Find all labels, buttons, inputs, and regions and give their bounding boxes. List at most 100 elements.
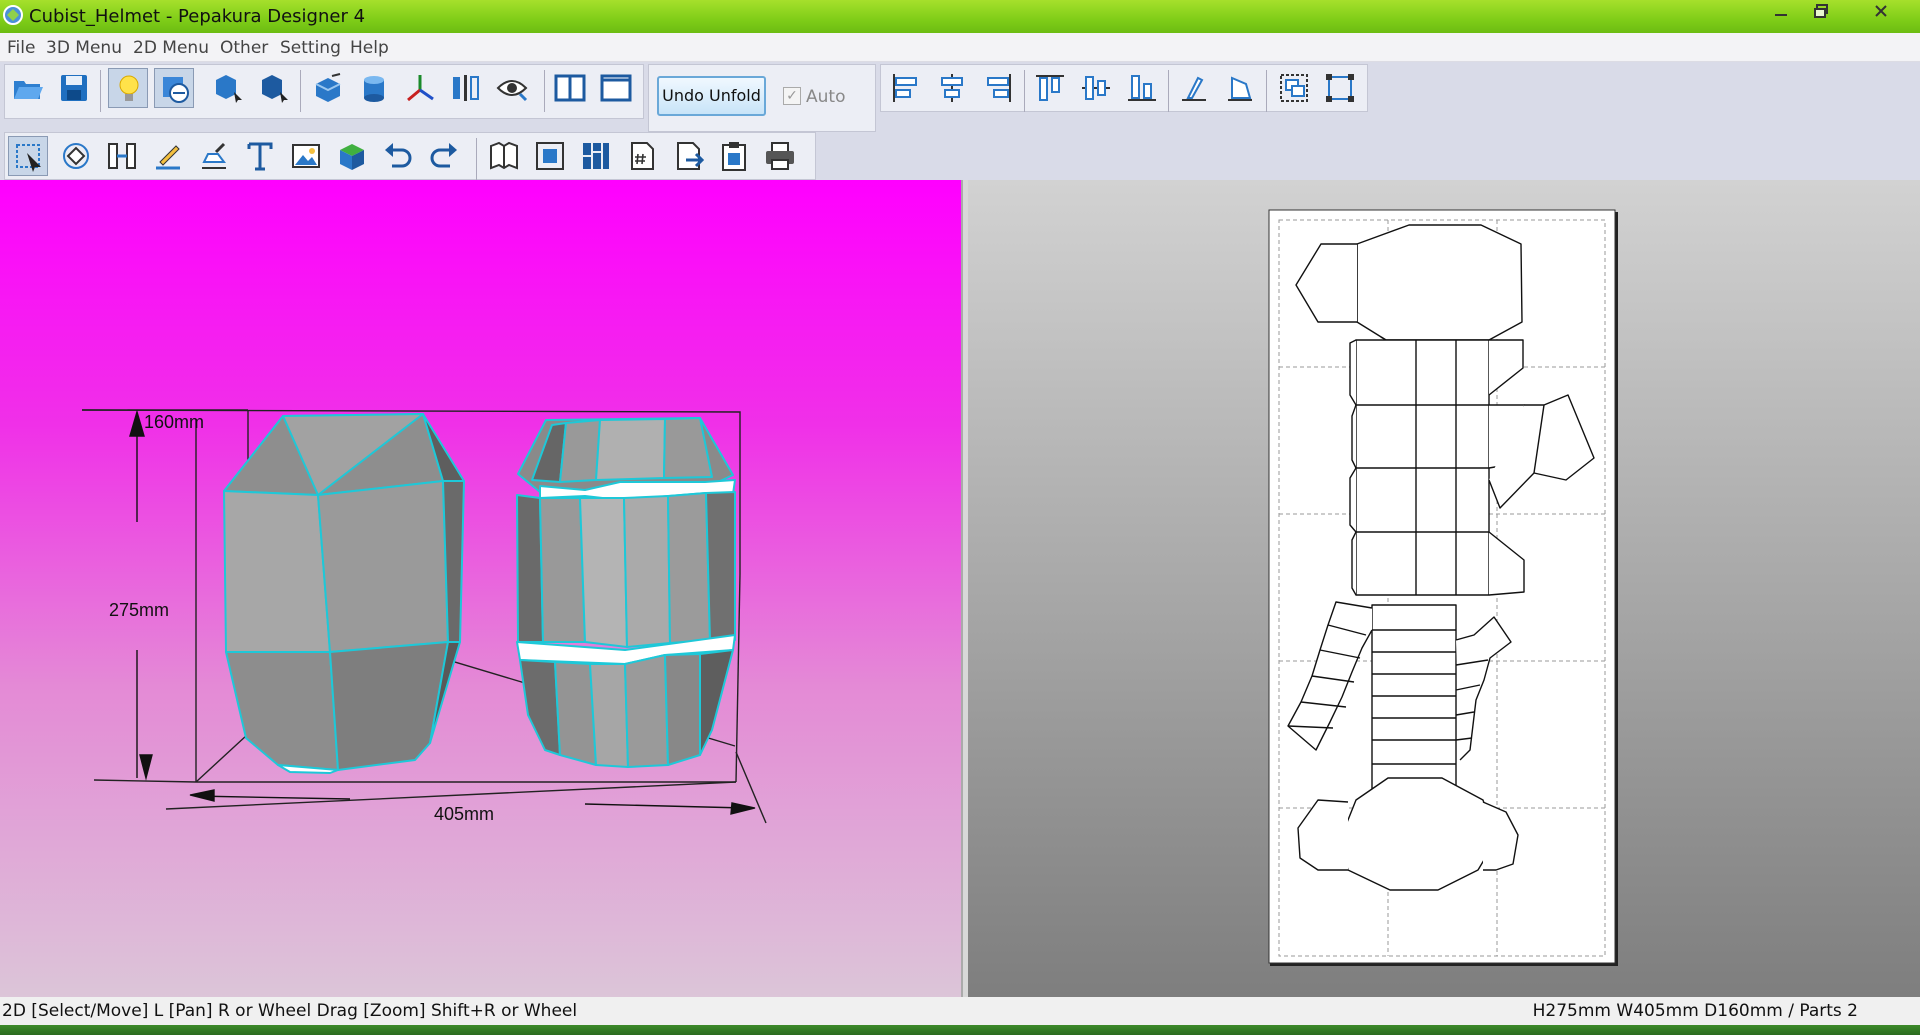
export-button[interactable] xyxy=(668,136,708,176)
toolbar-separator xyxy=(1024,70,1025,112)
select-part-button[interactable] xyxy=(208,68,248,108)
align-right-icon xyxy=(987,74,1011,102)
texture-toggle-button[interactable] xyxy=(154,68,194,108)
align-middle-button[interactable] xyxy=(1076,68,1116,108)
align-right-button[interactable] xyxy=(978,68,1018,108)
title-bar: Cubist_Helmet - Pepakura Designer 4 xyxy=(0,0,1920,33)
select-move-button[interactable] xyxy=(8,136,48,176)
select-part-icon xyxy=(216,75,242,103)
2d-view[interactable] xyxy=(968,180,1920,997)
axis-button[interactable] xyxy=(400,68,440,108)
ungroup-icon xyxy=(1326,74,1354,102)
align-left-button[interactable] xyxy=(886,68,926,108)
toolbar-separator xyxy=(1266,70,1267,112)
text-icon xyxy=(247,142,273,171)
single-view-button[interactable] xyxy=(596,68,636,108)
layout-button[interactable] xyxy=(576,136,616,176)
rotate-part-icon xyxy=(63,143,89,169)
left-helmet-model xyxy=(223,413,465,774)
image-icon xyxy=(292,144,320,168)
select-face-button[interactable] xyxy=(254,68,294,108)
save-icon xyxy=(61,75,87,101)
print-icon xyxy=(766,142,794,170)
menu-file[interactable]: File xyxy=(7,38,35,58)
toolbar-separator xyxy=(300,70,301,112)
cube-icon xyxy=(315,73,341,102)
texture-toggle-icon xyxy=(163,77,189,103)
export-icon xyxy=(677,142,704,170)
auto-checkbox[interactable]: ✓ xyxy=(783,87,801,105)
rotate-left-button[interactable] xyxy=(1174,68,1214,108)
status-hint-text: 2D [Select/Move] L [Pan] R or Wheel Drag… xyxy=(2,1001,578,1021)
rotate-left-icon xyxy=(1182,76,1206,101)
align-center-icon xyxy=(941,74,963,102)
paper-sheet xyxy=(1268,209,1618,966)
page-number-button[interactable] xyxy=(622,136,662,176)
menu-3d[interactable]: 3D Menu xyxy=(46,38,122,58)
toolbar-separator xyxy=(1168,70,1169,112)
align-center-button[interactable] xyxy=(932,68,972,108)
lightbulb-icon xyxy=(119,75,139,101)
join-icon xyxy=(108,143,136,169)
menu-help[interactable]: Help xyxy=(350,38,389,58)
undo-unfold-button[interactable]: Undo Unfold xyxy=(657,76,766,116)
group-icon xyxy=(1280,74,1308,102)
print-button[interactable] xyxy=(760,136,800,176)
menu-other[interactable]: Other xyxy=(220,38,268,58)
redo-icon xyxy=(430,143,457,168)
mirror-icon xyxy=(453,75,479,101)
close-icon xyxy=(1875,5,1887,17)
unfold-box-button[interactable] xyxy=(332,136,372,176)
window-title: Cubist_Helmet - Pepakura Designer 4 xyxy=(29,6,366,27)
page-setup-button[interactable] xyxy=(484,136,524,176)
3d-view[interactable]: 160mm 275mm 405mm xyxy=(0,180,963,997)
view-button[interactable] xyxy=(492,68,532,108)
axis-icon xyxy=(407,75,434,102)
undo-button[interactable] xyxy=(378,136,418,176)
copy-clipboard-button[interactable] xyxy=(714,136,754,176)
add-cube-button[interactable] xyxy=(308,68,348,108)
fit-view-button[interactable] xyxy=(530,136,570,176)
edit-line-button[interactable] xyxy=(148,136,188,176)
toolbar-separator xyxy=(100,70,101,112)
join-button[interactable] xyxy=(102,136,142,176)
image-button[interactable] xyxy=(286,136,326,176)
rotate-right-button[interactable] xyxy=(1220,68,1260,108)
depth-dimension-label: 160mm xyxy=(144,412,205,432)
minimize-button[interactable] xyxy=(1766,2,1796,26)
close-button[interactable] xyxy=(1866,2,1896,26)
split-view-button[interactable] xyxy=(550,68,590,108)
auto-label: Auto xyxy=(806,87,846,107)
rotate-right-icon xyxy=(1228,76,1252,101)
maximize-button[interactable] xyxy=(1806,2,1836,26)
text-button[interactable] xyxy=(240,136,280,176)
minimize-icon xyxy=(1775,14,1787,16)
rotate-part-button[interactable] xyxy=(56,136,96,176)
select-move-icon xyxy=(16,144,41,172)
page-number-icon xyxy=(631,142,654,170)
add-cylinder-button[interactable] xyxy=(354,68,394,108)
align-bottom-button[interactable] xyxy=(1122,68,1162,108)
redo-button[interactable] xyxy=(424,136,464,176)
3d-model-canvas xyxy=(81,409,767,824)
select-face-icon xyxy=(262,75,288,103)
group-button[interactable] xyxy=(1274,68,1314,108)
split-view-icon xyxy=(554,74,586,102)
menu-setting[interactable]: Setting xyxy=(280,38,341,58)
toolbar-separator xyxy=(476,138,477,180)
menu-bar: File 3D Menu 2D Menu Other Setting Help xyxy=(0,33,1920,62)
undo-icon xyxy=(385,143,412,168)
menu-2d[interactable]: 2D Menu xyxy=(133,38,209,58)
single-view-icon xyxy=(600,74,632,102)
save-button[interactable] xyxy=(54,68,94,108)
width-dimension-label: 405mm xyxy=(434,804,495,824)
right-helmet-model xyxy=(516,417,736,768)
align-top-button[interactable] xyxy=(1030,68,1070,108)
book-icon xyxy=(490,141,518,170)
toolbar-separator xyxy=(544,70,545,112)
mirror-button[interactable] xyxy=(446,68,486,108)
light-toggle-button[interactable] xyxy=(108,68,148,108)
open-button[interactable] xyxy=(8,68,48,108)
fold-line-button[interactable] xyxy=(194,136,234,176)
ungroup-button[interactable] xyxy=(1320,68,1360,108)
